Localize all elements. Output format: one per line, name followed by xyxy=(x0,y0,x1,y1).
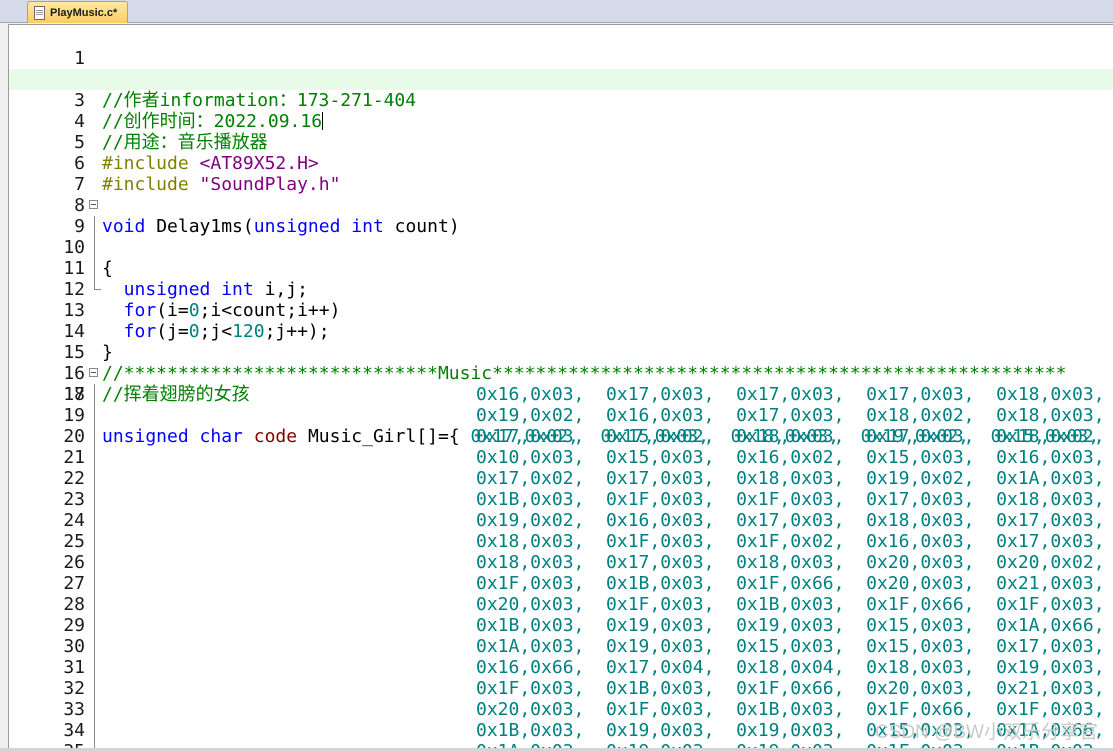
hex-data: 0x1A,0x03, 0x19,0x03, 0x15,0x03, 0x15,0x… xyxy=(476,636,1105,657)
line-number: 34 xyxy=(63,720,85,741)
code-line: 14 xyxy=(9,300,1113,342)
code-line: 13 } xyxy=(9,279,1113,363)
code-line: 16 //挥着翅膀的女孩 xyxy=(9,342,1113,405)
line-number: 25 xyxy=(63,531,85,552)
code-line: 5 #include <AT89X52.H> xyxy=(9,111,1113,174)
fold-guide xyxy=(94,720,95,741)
tab-title: PlayMusic.c* xyxy=(50,6,118,19)
line-number: 29 xyxy=(63,615,85,636)
code-line: 20 0x17,0x03, 0x15,0x02, 0x18,0x03, 0x17,… xyxy=(9,426,1113,447)
code-line-current: 3 //创作时间：2022.09.16 xyxy=(9,69,1113,132)
hex-data: 0x19,0x02, 0x16,0x03, 0x17,0x03, 0x18,0x… xyxy=(476,510,1105,531)
fold-guide xyxy=(94,426,95,447)
fold-guide xyxy=(94,237,95,258)
fold-toggle-icon[interactable] xyxy=(89,200,98,209)
fold-guide xyxy=(94,552,95,573)
line-number: 18 xyxy=(63,384,85,405)
code-editor[interactable]: 1 2 //作者information：173-271-404 3 //创作时间… xyxy=(8,24,1113,750)
hex-data: 0x20,0x03, 0x1F,0x03, 0x1B,0x03, 0x1F,0x… xyxy=(476,594,1105,615)
line-number: 24 xyxy=(63,510,85,531)
code-line: 29 0x1B,0x03, 0x19,0x03, 0x19,0x03, 0x15,… xyxy=(9,615,1113,636)
hex-data: 0x16,0x03, 0x17,0x03, 0x17,0x03, 0x17,0x… xyxy=(476,384,1105,405)
fold-guide xyxy=(94,594,95,615)
code-line: 24 0x19,0x02, 0x16,0x03, 0x17,0x03, 0x18,… xyxy=(9,510,1113,531)
code-line: 26 0x18,0x03, 0x17,0x03, 0x18,0x03, 0x20,… xyxy=(9,552,1113,573)
code-line: 4 //用途：音乐播放器 xyxy=(9,90,1113,153)
code-line: 6 #include "SoundPlay.h" xyxy=(9,132,1113,195)
hex-data: 0x1B,0x03, 0x1F,0x03, 0x1F,0x03, 0x17,0x… xyxy=(476,489,1105,510)
file-icon xyxy=(34,5,45,20)
code-line: 12 for(j=0;j<120;j++); xyxy=(9,258,1113,342)
line-number: 32 xyxy=(63,678,85,699)
fold-end-marker xyxy=(94,279,101,290)
line-number: 20 xyxy=(63,426,85,447)
fold-guide xyxy=(94,615,95,636)
code-line: 23 0x1B,0x03, 0x1F,0x03, 0x1F,0x03, 0x17,… xyxy=(9,489,1113,510)
code-line: 31 0x16,0x66, 0x17,0x04, 0x18,0x04, 0x18,… xyxy=(9,657,1113,678)
fold-guide xyxy=(94,510,95,531)
code-line: 8 void Delay1ms(unsigned int count) xyxy=(9,174,1113,237)
line-number: 30 xyxy=(63,636,85,657)
fold-guide xyxy=(94,405,95,426)
line-number: 23 xyxy=(63,489,85,510)
code-line: 7 xyxy=(9,153,1113,195)
fold-toggle-icon[interactable] xyxy=(89,368,98,377)
line-number: 21 xyxy=(63,447,85,468)
line-number: 33 xyxy=(63,699,85,720)
line-number: 31 xyxy=(63,657,85,678)
hex-data: 0x17,0x02, 0x17,0x03, 0x18,0x03, 0x19,0x… xyxy=(476,468,1105,489)
fold-guide xyxy=(94,489,95,510)
hex-data: 0x17,0x03, 0x15,0x02, 0x18,0x03, 0x17,0x… xyxy=(476,426,1105,447)
hex-data: 0x18,0x03, 0x1F,0x03, 0x1F,0x02, 0x16,0x… xyxy=(476,531,1105,552)
fold-guide xyxy=(94,447,95,468)
fold-guide xyxy=(94,216,95,237)
code-line: 25 0x18,0x03, 0x1F,0x03, 0x1F,0x02, 0x16,… xyxy=(9,531,1113,552)
fold-guide xyxy=(94,384,95,405)
line-number: 28 xyxy=(63,594,85,615)
code-line: 2 //作者information：173-271-404 xyxy=(9,48,1113,111)
code-line: 32 0x1F,0x03, 0x1B,0x03, 0x1F,0x66, 0x20,… xyxy=(9,678,1113,699)
code-line: 11 for(i=0;i<count;i++) xyxy=(9,237,1113,321)
tab-playmusic[interactable]: PlayMusic.c* xyxy=(27,1,129,23)
fold-guide xyxy=(94,531,95,552)
code-line: 10 unsigned int i,j; xyxy=(9,216,1113,300)
line-number: 27 xyxy=(63,573,85,594)
code-line: 19 0x19,0x02, 0x16,0x03, 0x17,0x03, 0x18,… xyxy=(9,405,1113,426)
code-line: 18 0x16,0x03, 0x17,0x03, 0x17,0x03, 0x17,… xyxy=(9,384,1113,405)
code-line: 22 0x17,0x02, 0x17,0x03, 0x18,0x03, 0x19,… xyxy=(9,468,1113,489)
fold-guide xyxy=(94,636,95,657)
hex-data: 0x16,0x66, 0x17,0x04, 0x18,0x04, 0x18,0x… xyxy=(476,657,1105,678)
line-number: 22 xyxy=(63,468,85,489)
code-line: 9 { xyxy=(9,195,1113,279)
watermark: CSDN @BW小双乐分享官 xyxy=(874,722,1098,743)
hex-data: 0x19,0x02, 0x16,0x03, 0x17,0x03, 0x18,0x… xyxy=(476,405,1105,426)
code-line: 15 //*****************************Music*… xyxy=(9,321,1113,384)
code-line: 1 xyxy=(9,27,1113,69)
hex-data: 0x1F,0x03, 0x1B,0x03, 0x1F,0x66, 0x20,0x… xyxy=(476,573,1105,594)
fold-guide xyxy=(94,657,95,678)
code-line: 28 0x20,0x03, 0x1F,0x03, 0x1B,0x03, 0x1F,… xyxy=(9,594,1113,615)
code-line: 21 0x10,0x03, 0x15,0x03, 0x16,0x02, 0x15,… xyxy=(9,447,1113,468)
fold-guide xyxy=(94,468,95,489)
line-number: 26 xyxy=(63,552,85,573)
fold-guide xyxy=(94,573,95,594)
fold-guide xyxy=(94,699,95,720)
hex-data: 0x10,0x03, 0x15,0x03, 0x16,0x02, 0x15,0x… xyxy=(476,447,1105,468)
fold-guide xyxy=(94,678,95,699)
hex-data: 0x1B,0x03, 0x19,0x03, 0x19,0x03, 0x15,0x… xyxy=(476,615,1105,636)
code-line: 27 0x1F,0x03, 0x1B,0x03, 0x1F,0x66, 0x20,… xyxy=(9,573,1113,594)
line-number: 19 xyxy=(63,405,85,426)
code-line: 17 unsigned char code Music_Girl[]={ 0x1… xyxy=(9,363,1113,447)
fold-guide xyxy=(94,258,95,279)
tab-bar: PlayMusic.c* xyxy=(0,0,1113,23)
hex-data: 0x18,0x03, 0x17,0x03, 0x18,0x03, 0x20,0x… xyxy=(476,552,1105,573)
code-line: 30 0x1A,0x03, 0x19,0x03, 0x15,0x03, 0x15,… xyxy=(9,636,1113,657)
hex-data: 0x1F,0x03, 0x1B,0x03, 0x1F,0x66, 0x20,0x… xyxy=(476,678,1105,699)
